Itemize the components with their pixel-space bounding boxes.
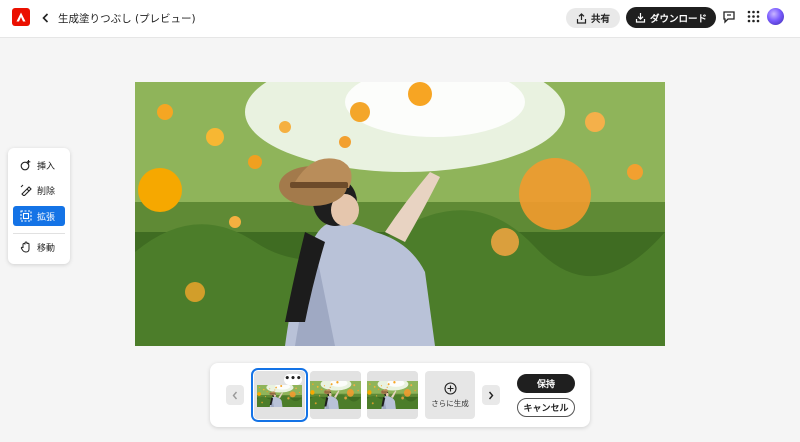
hand-icon bbox=[20, 241, 30, 253]
remove-icon bbox=[20, 184, 32, 196]
tool-label: 削除 bbox=[37, 186, 56, 197]
adobe-logo-icon[interactable] bbox=[12, 8, 30, 26]
download-label: ダウンロード bbox=[649, 13, 707, 25]
more-options-button[interactable]: ••• bbox=[284, 374, 302, 385]
tools-panel: 挿入 削除 拡張 移動 bbox=[8, 148, 70, 264]
plus-circle-icon bbox=[443, 381, 457, 395]
variation-thumbnail-1[interactable]: ••• bbox=[251, 368, 308, 422]
apps-grid-icon[interactable] bbox=[747, 10, 760, 23]
photo-scene bbox=[135, 82, 665, 346]
tool-label: 挿入 bbox=[37, 161, 56, 172]
download-icon bbox=[635, 13, 646, 23]
share-icon bbox=[576, 12, 587, 24]
back-button[interactable] bbox=[38, 9, 52, 27]
tool-move[interactable]: 移動 bbox=[13, 237, 65, 257]
insert-icon bbox=[20, 160, 31, 171]
expand-icon bbox=[20, 210, 32, 222]
avatar[interactable] bbox=[767, 8, 784, 25]
generate-more-label: さらに生成 bbox=[431, 398, 469, 408]
share-label: 共有 bbox=[590, 14, 610, 25]
comment-icon[interactable] bbox=[722, 10, 736, 24]
previous-button[interactable] bbox=[226, 385, 244, 405]
variations-bar: ••• さらに生成 保持 キャンセル bbox=[210, 363, 590, 427]
tool-label: 拡張 bbox=[37, 212, 56, 223]
cancel-button[interactable]: キャンセル bbox=[517, 398, 575, 417]
download-button[interactable]: ダウンロード bbox=[626, 7, 716, 28]
variation-thumbnail-3[interactable] bbox=[367, 371, 418, 419]
tool-label: 移動 bbox=[37, 243, 56, 254]
thumbnail-image bbox=[310, 371, 361, 419]
app-header: 生成塗りつぶし (プレビュー) 共有 ダウンロード bbox=[0, 0, 800, 38]
chevron-left-icon bbox=[41, 13, 48, 23]
tool-expand[interactable]: 拡張 bbox=[13, 206, 65, 226]
chevron-left-icon bbox=[232, 391, 238, 399]
page-title: 生成塗りつぶし (プレビュー) bbox=[58, 13, 196, 25]
share-button[interactable]: 共有 bbox=[566, 8, 620, 28]
generate-more-button[interactable]: さらに生成 bbox=[425, 371, 475, 419]
keep-button[interactable]: 保持 bbox=[517, 374, 575, 393]
tools-divider bbox=[13, 233, 65, 234]
tool-insert[interactable]: 挿入 bbox=[13, 155, 65, 175]
chevron-right-icon bbox=[488, 391, 494, 399]
tool-remove[interactable]: 削除 bbox=[13, 180, 65, 200]
variation-thumbnail-2[interactable] bbox=[310, 371, 361, 419]
thumbnail-image bbox=[367, 371, 418, 419]
next-button[interactable] bbox=[482, 385, 500, 405]
canvas-image[interactable] bbox=[135, 82, 665, 346]
